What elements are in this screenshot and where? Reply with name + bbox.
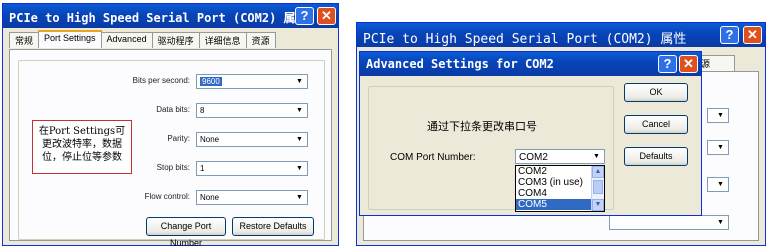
bits-per-second-row: Bits per second:: [110, 74, 190, 90]
flow-control-label: Flow control:: [144, 192, 190, 201]
help-button[interactable]: ?: [720, 26, 739, 44]
tab-port-settings[interactable]: Port Settings: [38, 30, 102, 48]
defaults-button[interactable]: Defaults: [624, 147, 688, 166]
parity-select[interactable]: None ▼: [196, 132, 308, 147]
bits-per-second-select[interactable]: 9600 ▼: [196, 74, 308, 89]
window-title: PCIe to High Speed Serial Port (COM2) 属性: [3, 4, 338, 28]
close-button[interactable]: ✕: [679, 55, 698, 73]
flow-control-select[interactable]: None ▼: [196, 190, 308, 205]
close-button[interactable]: ✕: [743, 26, 762, 44]
data-bits-label: Data bits:: [156, 105, 190, 114]
annotation-note: 通过下拉条更改串口号: [427, 120, 537, 133]
port-settings-panel: Bits per second: 9600 ▼ Data bits: 8 ▼ P…: [9, 49, 332, 248]
background-select-1[interactable]: ▼: [707, 108, 729, 123]
chevron-down-icon: ▼: [293, 163, 306, 174]
dialog-title: Advanced Settings for COM2: [360, 52, 701, 76]
help-button[interactable]: ?: [658, 55, 677, 73]
tab-advanced[interactable]: Advanced: [100, 32, 153, 48]
restore-defaults-button[interactable]: Restore Defaults: [232, 217, 314, 236]
window-title: PCIe to High Speed Serial Port (COM2) 属性: [357, 23, 765, 47]
data-bits-row: Data bits:: [110, 103, 190, 119]
scroll-thumb[interactable]: [593, 180, 603, 194]
close-button[interactable]: ✕: [317, 7, 336, 25]
tab-resources[interactable]: 资源: [245, 32, 276, 48]
ok-button[interactable]: OK: [624, 83, 688, 102]
bits-per-second-label: Bits per second:: [132, 76, 190, 85]
parity-label: Parity:: [167, 134, 190, 143]
stop-bits-select[interactable]: 1 ▼: [196, 161, 308, 176]
chevron-down-icon: ▼: [293, 134, 306, 145]
chevron-down-icon: ▼: [293, 105, 306, 116]
stop-bits-label: Stop bits:: [156, 163, 190, 172]
scroll-up-arrow-icon[interactable]: ▲: [592, 166, 604, 178]
tab-general[interactable]: 常规: [9, 32, 40, 48]
background-select-3[interactable]: ▼: [707, 177, 729, 192]
help-button[interactable]: ?: [295, 7, 314, 25]
change-port-number-button[interactable]: Change Port Number: [146, 217, 226, 248]
annotation-note: 在Port Settings可更改波特率，数据位，停止位等参数: [32, 120, 132, 174]
data-bits-select[interactable]: 8 ▼: [196, 103, 308, 118]
com-port-select[interactable]: COM2 ▼: [515, 149, 605, 164]
properties-window-left: PCIe to High Speed Serial Port (COM2) 属性…: [2, 3, 339, 248]
com-port-label: COM Port Number:: [390, 152, 476, 163]
chevron-down-icon: ▼: [590, 151, 603, 162]
tab-driver[interactable]: 驱动程序: [151, 32, 200, 48]
dropdown-scrollbar[interactable]: ▲ ▼: [591, 166, 604, 211]
background-select-2[interactable]: ▼: [707, 140, 729, 155]
background-select-4[interactable]: ▼: [609, 215, 729, 230]
cancel-button[interactable]: Cancel: [624, 115, 688, 134]
tab-strip: 常规 Port Settings Advanced 驱动程序 详细信息 资源: [9, 30, 332, 49]
chevron-down-icon: ▼: [293, 76, 306, 87]
flow-control-row: Flow control:: [110, 190, 190, 206]
chevron-down-icon: ▼: [293, 192, 306, 203]
scroll-down-arrow-icon[interactable]: ▼: [592, 199, 604, 211]
com-port-dropdown-list[interactable]: COM2 COM3 (in use) COM4 COM5 ▲ ▼: [515, 165, 605, 212]
advanced-settings-dialog: Advanced Settings for COM2 ? ✕ 通过下拉条更改串口…: [359, 51, 702, 216]
tab-details[interactable]: 详细信息: [198, 32, 247, 48]
